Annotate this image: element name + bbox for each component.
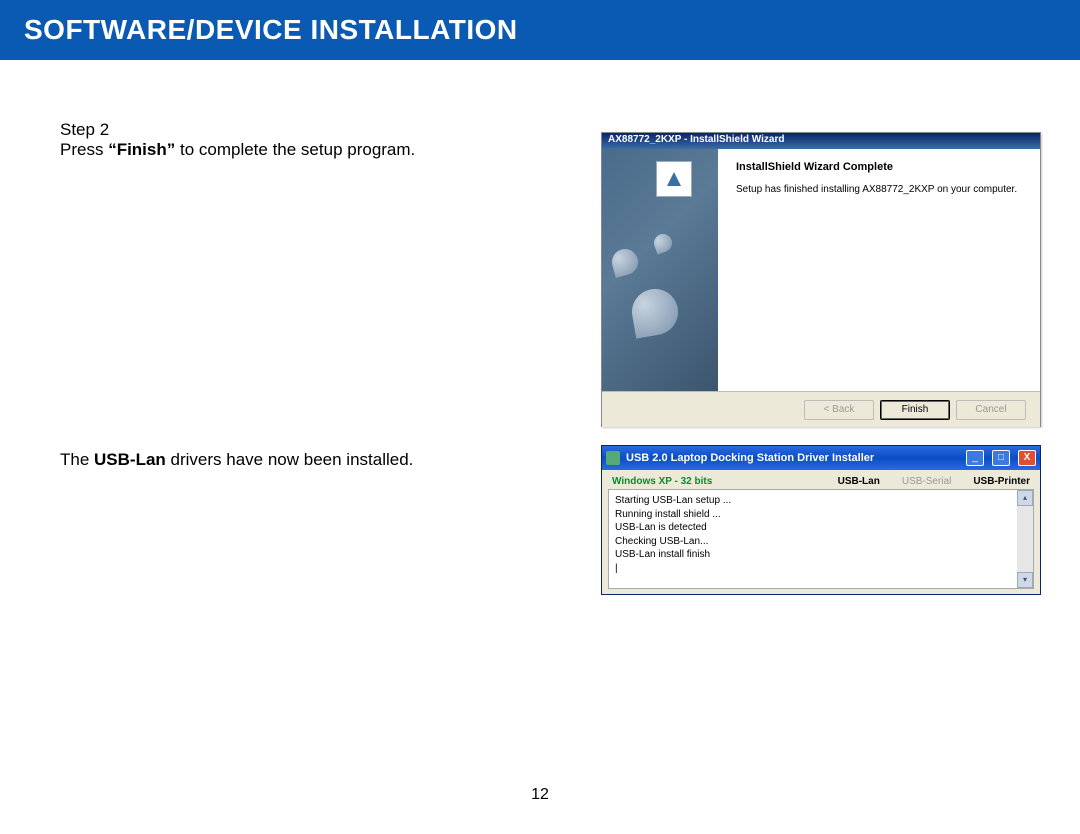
wizard-text: Setup has finished installing AX88772_2K… (736, 183, 1022, 196)
page-header: SOFTWARE/DEVICE INSTALLATION (0, 0, 1080, 60)
maximize-icon[interactable]: □ (992, 450, 1010, 466)
log-line: Running install shield ... (615, 508, 1027, 522)
os-label: Windows XP - 32 bits (612, 476, 816, 487)
wizard-heading: InstallShield Wizard Complete (736, 161, 1022, 173)
wizard-sidebar-graphic (602, 149, 718, 391)
wizard-main-panel: InstallShield Wizard Complete Setup has … (718, 149, 1040, 391)
usb-lan-bold: USB-Lan (94, 450, 166, 469)
finish-bold: “Finish” (108, 140, 175, 159)
step-label: Step 2 (60, 120, 550, 140)
close-icon[interactable]: X (1018, 450, 1036, 466)
log-line: USB-Lan is detected (615, 521, 1027, 535)
log-line: Checking USB-Lan... (615, 535, 1027, 549)
installshield-wizard-dialog: AX88772_2KXP - InstallShield Wizard Inst… (601, 132, 1041, 427)
decorative-sail-icon (609, 246, 641, 278)
decorative-sail-icon (628, 285, 681, 338)
tab-usb-lan: USB-Lan (838, 476, 880, 487)
text: Press (60, 140, 108, 159)
page-title: SOFTWARE/DEVICE INSTALLATION (24, 14, 518, 46)
driver-log-textarea[interactable]: Starting USB-Lan setup ... Running insta… (608, 489, 1034, 589)
minimize-icon[interactable]: _ (966, 450, 984, 466)
step2-block: Step 2 Press “Finish” to complete the se… (60, 120, 550, 160)
decorative-sail-icon (651, 231, 674, 254)
text: The (60, 450, 94, 469)
driver-window-title: USB 2.0 Laptop Docking Station Driver In… (626, 452, 958, 464)
finish-button[interactable]: Finish (880, 400, 950, 420)
scrollbar[interactable]: ▴ ▾ (1017, 490, 1033, 588)
back-button[interactable]: < Back (804, 400, 874, 420)
page-number: 12 (531, 786, 549, 804)
driver-status-row: Windows XP - 32 bits USB-Lan USB-Serial … (602, 470, 1040, 487)
app-icon (606, 451, 620, 465)
driver-titlebar: USB 2.0 Laptop Docking Station Driver In… (602, 446, 1040, 470)
wizard-footer: < Back Finish Cancel (602, 391, 1040, 427)
log-line: USB-Lan install finish (615, 548, 1027, 562)
cancel-button[interactable]: Cancel (956, 400, 1026, 420)
text: drivers have now been installed. (166, 450, 414, 469)
scroll-up-icon[interactable]: ▴ (1017, 490, 1033, 506)
tab-usb-serial: USB-Serial (902, 476, 951, 487)
text: to complete the setup program. (175, 140, 415, 159)
scroll-down-icon[interactable]: ▾ (1017, 572, 1033, 588)
wizard-body: InstallShield Wizard Complete Setup has … (602, 149, 1040, 391)
log-line: Starting USB-Lan setup ... (615, 494, 1027, 508)
result-block: The USB-Lan drivers have now been instal… (60, 450, 550, 470)
driver-installer-window: USB 2.0 Laptop Docking Station Driver In… (601, 445, 1041, 595)
installshield-logo-icon (656, 161, 692, 197)
step-instruction: Press “Finish” to complete the setup pro… (60, 140, 550, 160)
wizard-titlebar: AX88772_2KXP - InstallShield Wizard (602, 133, 1040, 149)
tab-usb-printer: USB-Printer (973, 476, 1030, 487)
